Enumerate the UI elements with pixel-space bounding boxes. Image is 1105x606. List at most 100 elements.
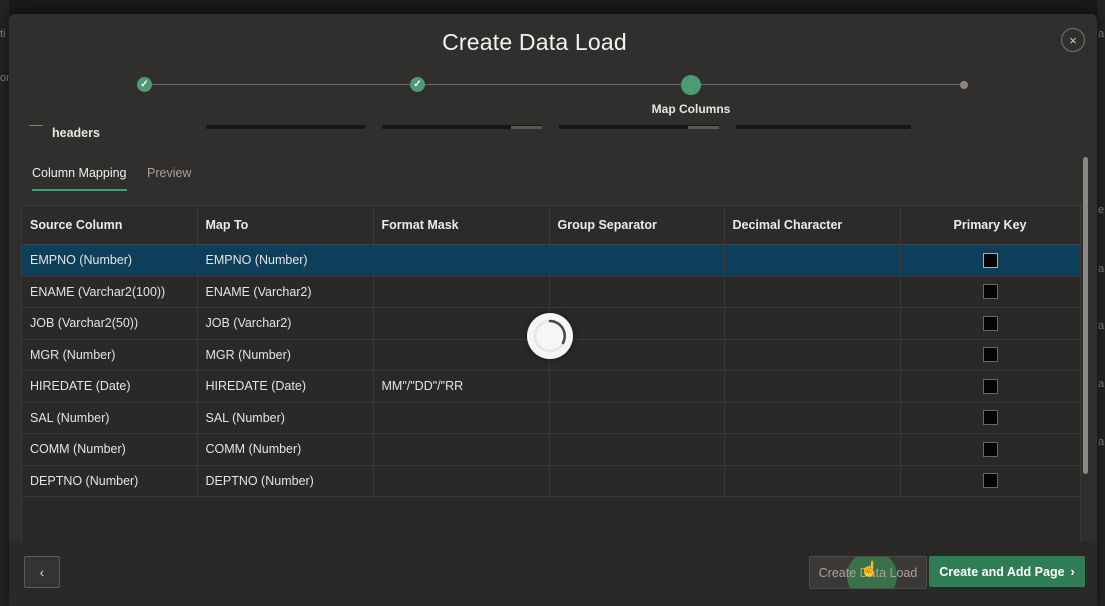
map-to-cell[interactable]: ENAME (Varchar2) — [197, 276, 374, 308]
underlay-accent-mark — [29, 125, 43, 126]
primary-key-cell — [900, 276, 1081, 308]
table-row[interactable]: EMPNO (Number) EMPNO (Number) — [22, 244, 1081, 277]
create-data-load-dialog: Create Data Load × ✓ ✓ Map Columns heade… — [9, 14, 1097, 606]
map-to-cell[interactable]: DEPTNO (Number) — [197, 465, 374, 497]
tab-column-mapping[interactable]: Column Mapping — [32, 166, 127, 191]
column-header-group-separator[interactable]: Group Separator — [549, 206, 725, 245]
decimal-character-cell[interactable] — [724, 276, 901, 308]
background-text: a — [1098, 263, 1105, 275]
wizard-step-4 — [960, 81, 968, 89]
decimal-character-cell[interactable] — [724, 402, 901, 434]
chevron-right-icon: › — [1070, 564, 1075, 579]
source-column-cell: JOB (Varchar2(50)) — [22, 307, 198, 340]
format-mask-cell[interactable] — [373, 433, 550, 466]
table-row[interactable]: SAL (Number) SAL (Number) — [22, 402, 1081, 434]
group-separator-cell[interactable] — [549, 465, 725, 497]
underlay-bar — [511, 126, 542, 129]
underlay-headers-label: headers — [52, 126, 100, 140]
primary-key-checkbox[interactable] — [982, 315, 998, 331]
map-to-cell[interactable]: MGR (Number) — [197, 339, 374, 371]
source-column-cell: DEPTNO (Number) — [22, 465, 198, 497]
format-mask-cell[interactable] — [373, 244, 550, 277]
wizard-step-2: ✓ — [410, 77, 425, 92]
dialog-title: Create Data Load — [442, 29, 627, 55]
format-mask-cell[interactable] — [373, 402, 550, 434]
column-header-decimal-character[interactable]: Decimal Character — [724, 206, 901, 245]
group-separator-cell[interactable] — [549, 433, 725, 466]
format-mask-cell[interactable] — [373, 276, 550, 308]
page-scrollbar[interactable] — [1083, 157, 1088, 474]
decimal-character-cell[interactable] — [724, 339, 901, 371]
underlay-bar — [736, 125, 911, 129]
primary-key-checkbox[interactable] — [982, 347, 998, 363]
create-and-add-page-label: Create and Add Page — [939, 564, 1065, 579]
background-text: ti — [0, 28, 6, 40]
group-separator-cell[interactable] — [549, 402, 725, 434]
column-header-map-to[interactable]: Map To — [197, 206, 374, 245]
source-column-cell: MGR (Number) — [22, 339, 198, 371]
primary-key-checkbox[interactable] — [982, 441, 998, 457]
decimal-character-cell[interactable] — [724, 244, 901, 277]
map-to-cell[interactable]: COMM (Number) — [197, 433, 374, 466]
dialog-footer: ‹ Create Data Load Create and Add Page › — [9, 541, 1097, 606]
format-mask-cell[interactable] — [373, 465, 550, 497]
group-separator-cell[interactable] — [549, 370, 725, 403]
wizard-step-1: ✓ — [137, 77, 152, 92]
group-separator-cell[interactable] — [549, 307, 725, 340]
primary-key-cell — [900, 244, 1081, 277]
decimal-character-cell[interactable] — [724, 465, 901, 497]
primary-key-cell — [900, 370, 1081, 403]
column-header-format-mask[interactable]: Format Mask — [373, 206, 550, 245]
format-mask-cell[interactable] — [373, 307, 550, 340]
primary-key-checkbox[interactable] — [982, 473, 998, 489]
decimal-character-cell[interactable] — [724, 307, 901, 340]
primary-key-cell — [900, 465, 1081, 497]
background-text: a — [1098, 320, 1105, 332]
chevron-left-icon: ‹ — [39, 564, 45, 580]
table-row[interactable]: HIREDATE (Date) HIREDATE (Date) MM"/"DD"… — [22, 370, 1081, 403]
previous-button[interactable]: ‹ — [24, 556, 60, 588]
underlay-bar — [206, 125, 365, 129]
group-separator-cell[interactable] — [549, 339, 725, 371]
background-text: e — [1098, 204, 1105, 216]
primary-key-cell — [900, 307, 1081, 340]
map-to-cell[interactable]: EMPNO (Number) — [197, 244, 374, 277]
format-mask-cell[interactable]: MM"/"DD"/"RR — [373, 370, 550, 403]
table-row[interactable]: DEPTNO (Number) DEPTNO (Number) — [22, 465, 1081, 497]
primary-key-cell — [900, 339, 1081, 371]
wizard-progress-line — [144, 84, 964, 85]
source-column-cell: COMM (Number) — [22, 433, 198, 466]
primary-key-checkbox[interactable] — [982, 378, 998, 394]
underlay-bar — [688, 126, 719, 129]
primary-key-checkbox[interactable] — [982, 252, 998, 268]
column-header-primary-key[interactable]: Primary Key — [900, 206, 1081, 245]
primary-key-checkbox[interactable] — [982, 410, 998, 426]
group-separator-cell[interactable] — [549, 244, 725, 277]
table-row[interactable]: COMM (Number) COMM (Number) — [22, 433, 1081, 466]
map-to-cell[interactable]: JOB (Varchar2) — [197, 307, 374, 340]
background-text: a — [1098, 28, 1105, 40]
background-page-right: a e a a a a — [1097, 0, 1105, 606]
column-header-source[interactable]: Source Column — [22, 206, 198, 245]
create-and-add-page-button[interactable]: Create and Add Page › — [929, 556, 1085, 587]
background-text: a — [1098, 436, 1105, 448]
map-to-cell[interactable]: SAL (Number) — [197, 402, 374, 434]
close-button[interactable]: × — [1061, 28, 1085, 52]
checkmark-icon: ✓ — [140, 79, 149, 90]
primary-key-checkbox[interactable] — [982, 284, 998, 300]
table-row[interactable]: ENAME (Varchar2(100)) ENAME (Varchar2) — [22, 276, 1081, 308]
table-header-row: Source Column Map To Format Mask Group S… — [22, 206, 1081, 245]
tab-preview[interactable]: Preview — [147, 166, 191, 180]
source-column-cell: EMPNO (Number) — [22, 244, 198, 277]
decimal-character-cell[interactable] — [724, 370, 901, 403]
source-column-cell: HIREDATE (Date) — [22, 370, 198, 403]
source-column-cell: ENAME (Varchar2(100)) — [22, 276, 198, 308]
decimal-character-cell[interactable] — [724, 433, 901, 466]
group-separator-cell[interactable] — [549, 276, 725, 308]
format-mask-cell[interactable] — [373, 339, 550, 371]
primary-key-cell — [900, 433, 1081, 466]
wizard-step-current — [681, 75, 701, 95]
map-to-cell[interactable]: HIREDATE (Date) — [197, 370, 374, 403]
loading-spinner-icon — [527, 313, 573, 359]
primary-key-cell — [900, 402, 1081, 434]
